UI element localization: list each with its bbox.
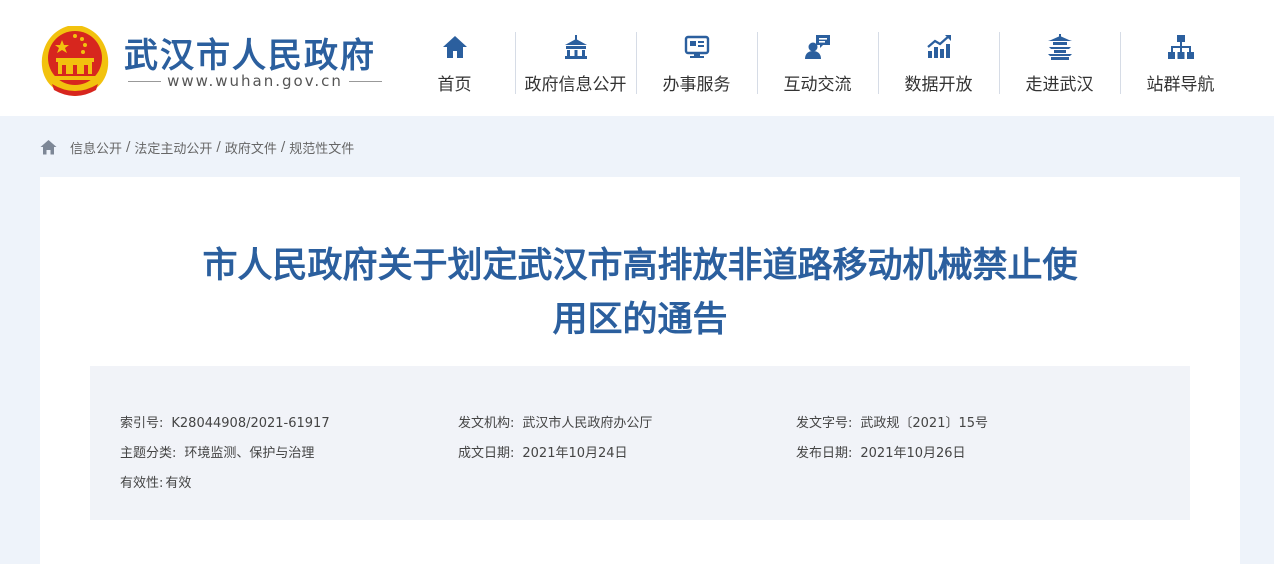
meta-label: 成文日期:	[458, 446, 515, 461]
nav-item-site-group[interactable]: 站群导航	[1120, 32, 1241, 96]
nav-item-gov-info[interactable]: 政府信息公开	[515, 32, 636, 96]
chat-user-icon	[804, 35, 830, 59]
nav-label: 首页	[437, 75, 472, 95]
meta-value: 2021年10月26日	[860, 446, 966, 461]
meta-label: 发文机构:	[458, 416, 515, 431]
document-title-line: 市人民政府关于划定武汉市高排放非道路移动机械禁止使	[202, 246, 1078, 286]
nav-item-interaction[interactable]: 互动交流	[757, 32, 878, 96]
nav-label: 站群导航	[1146, 75, 1215, 95]
nav-label: 数据开放	[904, 75, 973, 95]
home-icon	[442, 36, 467, 58]
document-meta-panel: 索引号: K28044908/2021-61917 发文机构: 武汉市人民政府办公厅…	[90, 366, 1190, 520]
site-url: www.wuhan.gov.cn	[128, 72, 383, 90]
meta-value: 环境监测、保护与治理	[184, 446, 315, 461]
sitemap-icon	[1167, 35, 1194, 59]
site-header: 武汉市人民政府 www.wuhan.gov.cn 首页 政府信息公开 办事服务 …	[0, 0, 1274, 116]
meta-label: 发布日期:	[796, 446, 853, 461]
breadcrumb-home-icon[interactable]	[40, 139, 57, 155]
meta-value: 武汉市人民政府办公厅	[522, 416, 653, 431]
breadcrumb: 信息公开 / 法定主动公开 / 政府文件 / 规范性文件	[40, 138, 354, 157]
breadcrumb-link-gov-docs[interactable]: 政府文件	[225, 138, 277, 157]
main-nav: 首页 政府信息公开 办事服务 互动交流 数据开放 走进武汉 站群导航	[394, 32, 1241, 96]
meta-value: 有效	[165, 476, 192, 491]
meta-label: 发文字号:	[796, 416, 853, 431]
nav-item-open-data[interactable]: 数据开放	[878, 32, 999, 96]
meta-doc-no: 发文字号: 武政规〔2021〕15号	[796, 412, 988, 431]
breadcrumb-separator: /	[126, 139, 131, 155]
breadcrumb-separator: /	[216, 139, 221, 155]
nav-label: 办事服务	[662, 75, 731, 95]
breadcrumb-link-normative[interactable]: 规范性文件	[289, 138, 354, 157]
meta-value: 武政规〔2021〕15号	[860, 416, 989, 431]
document-card: 市人民政府关于划定武汉市高排放非道路移动机械禁止使 用区的通告 索引号: K280…	[40, 177, 1240, 564]
nav-label: 走进武汉	[1025, 75, 1094, 95]
meta-issuer: 发文机构: 武汉市人民政府办公厅	[458, 412, 652, 431]
pavilion-icon	[1047, 34, 1072, 60]
site-url-text: www.wuhan.gov.cn	[167, 72, 343, 90]
site-name[interactable]: 武汉市人民政府	[124, 28, 376, 77]
breadcrumb-link-statutory[interactable]: 法定主动公开	[134, 138, 212, 157]
nav-label: 互动交流	[783, 75, 852, 95]
meta-value: 2021年10月24日	[522, 446, 628, 461]
meta-validity: 有效性: 有效	[120, 472, 191, 491]
meta-label: 主题分类:	[120, 446, 177, 461]
nav-item-about-wuhan[interactable]: 走进武汉	[999, 32, 1120, 96]
meta-written-date: 成文日期: 2021年10月24日	[458, 442, 628, 461]
government-building-icon	[564, 35, 587, 59]
document-title: 市人民政府关于划定武汉市高排放非道路移动机械禁止使 用区的通告	[130, 239, 1150, 347]
nav-label: 政府信息公开	[524, 75, 627, 95]
url-left-rule	[128, 80, 162, 82]
meta-label: 有效性:	[120, 476, 164, 491]
meta-topic: 主题分类: 环境监测、保护与治理	[120, 442, 314, 461]
bar-chart-icon	[926, 35, 951, 58]
breadcrumb-separator: /	[280, 139, 286, 155]
meta-publish-date: 发布日期: 2021年10月26日	[796, 442, 966, 461]
meta-value: K28044908/2021-61917	[171, 416, 330, 431]
breadcrumb-link-info[interactable]: 信息公开	[70, 138, 122, 157]
document-title-line: 用区的通告	[552, 300, 728, 340]
meta-label: 索引号:	[120, 416, 164, 431]
meta-index-no: 索引号: K28044908/2021-61917	[120, 412, 330, 431]
national-emblem-icon[interactable]	[38, 22, 112, 98]
nav-item-services[interactable]: 办事服务	[636, 32, 757, 96]
url-right-rule	[348, 80, 383, 82]
nav-item-home[interactable]: 首页	[394, 32, 515, 96]
service-card-icon	[684, 35, 709, 58]
